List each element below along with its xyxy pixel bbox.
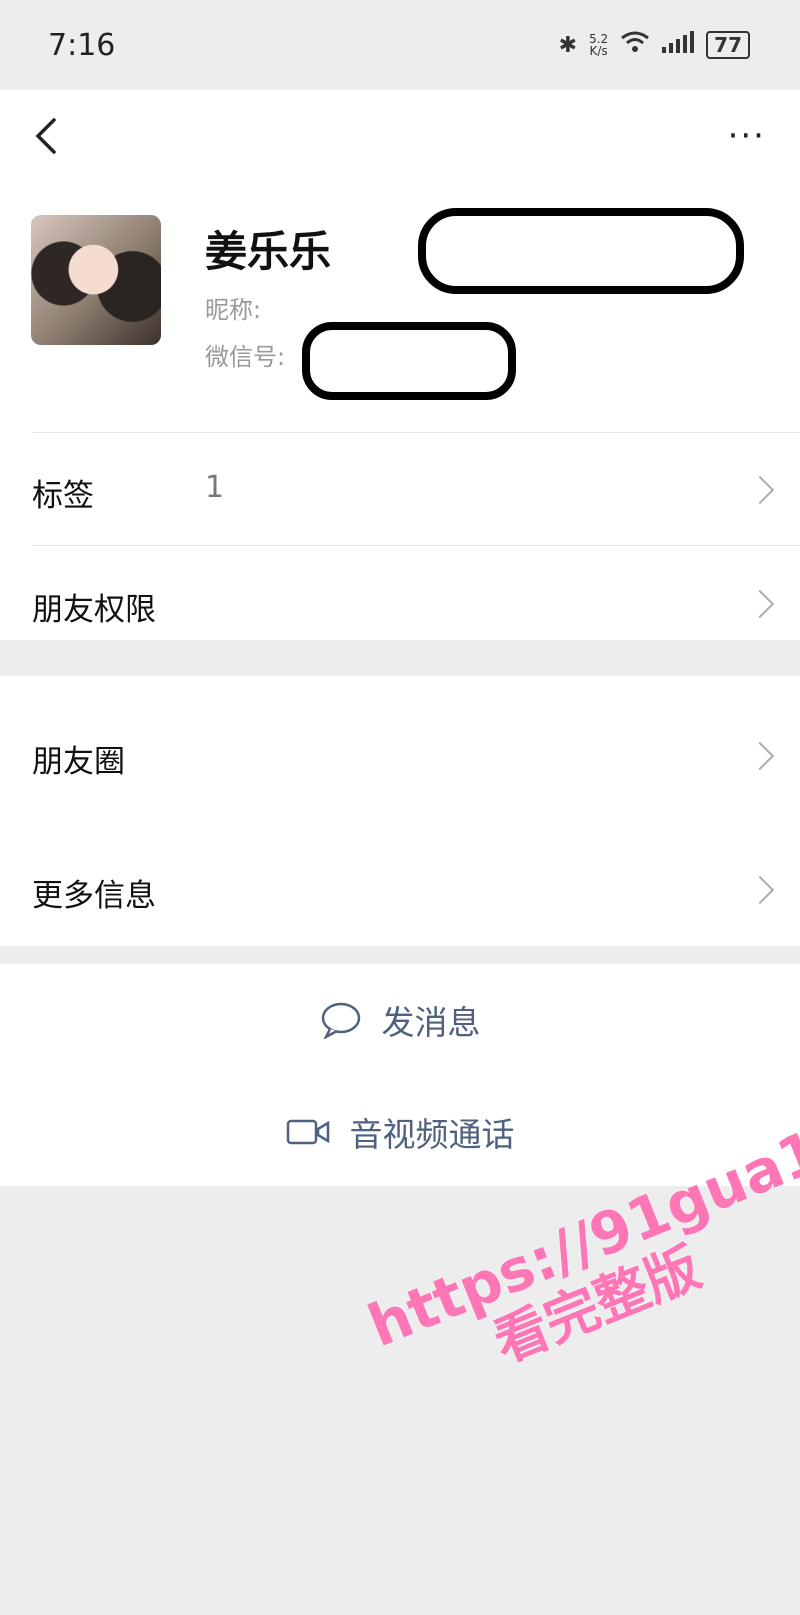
more-info-label: 更多信息 <box>32 878 156 914</box>
back-arrow-icon <box>35 118 56 154</box>
tags-value: 1 <box>205 470 225 505</box>
nickname-label: 昵称: <box>205 296 262 324</box>
network-speed: 5.2 K/s <box>589 33 608 57</box>
tags-row[interactable]: 标签 1 <box>0 434 800 544</box>
friend-permissions-row[interactable]: 朋友权限 <box>0 546 800 656</box>
wechat-id-label: 微信号: <box>205 343 286 371</box>
contact-name: 姜乐乐 <box>205 227 332 276</box>
video-call-label: 音视频通话 <box>349 1115 515 1154</box>
battery-indicator: 77 <box>706 31 750 59</box>
back-button[interactable] <box>28 112 68 160</box>
moments-label: 朋友圈 <box>32 744 125 780</box>
send-message-label: 发消息 <box>381 1003 481 1042</box>
wifi-icon <box>620 30 650 60</box>
chat-bubble-icon <box>321 1002 360 1039</box>
chevron-right-icon <box>745 475 775 505</box>
tags-label: 标签 <box>32 478 94 514</box>
status-icons: ✱ 5.2 K/s 77 <box>559 30 750 60</box>
signal-icon <box>662 31 695 59</box>
video-call-button[interactable]: 音视频通话 <box>0 1107 800 1157</box>
more-info-row[interactable]: 更多信息 <box>0 826 800 956</box>
more-options-button[interactable]: ··· <box>728 116 766 156</box>
send-message-button[interactable]: 发消息 <box>0 995 800 1045</box>
video-camera-icon <box>286 1119 329 1145</box>
chevron-right-icon <box>745 875 775 905</box>
redaction-mark <box>302 322 516 400</box>
avatar[interactable] <box>31 215 161 345</box>
bluetooth-icon: ✱ <box>558 32 578 58</box>
chevron-right-icon <box>745 741 775 771</box>
redaction-mark <box>418 208 744 294</box>
network-speed-unit: K/s <box>589 44 608 58</box>
divider <box>32 432 800 433</box>
status-time: 7:16 <box>48 28 116 63</box>
friend-permissions-label: 朋友权限 <box>32 592 156 628</box>
moments-row[interactable]: 朋友圈 <box>0 692 800 822</box>
chevron-right-icon <box>745 589 775 619</box>
